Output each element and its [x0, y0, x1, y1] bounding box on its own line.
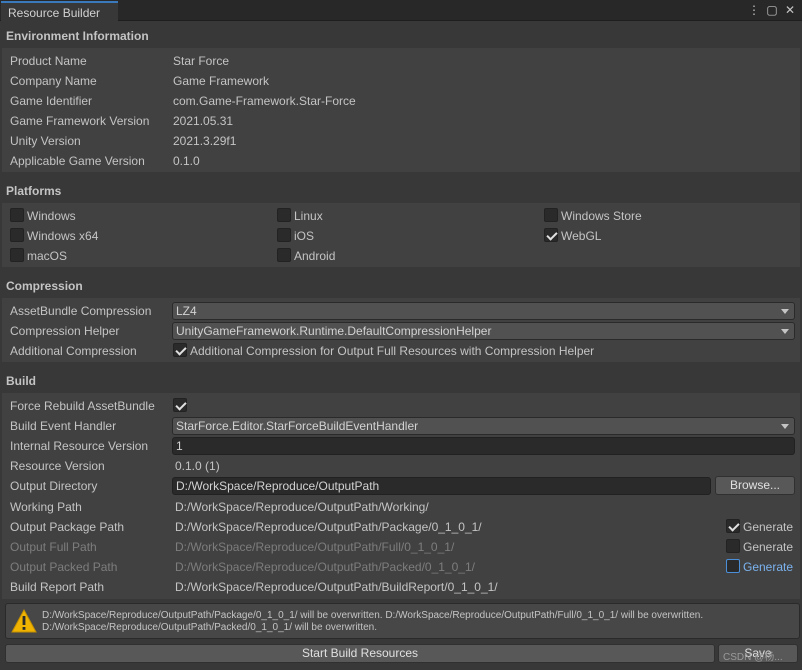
browse-button[interactable]: Browse... — [715, 476, 795, 495]
output-packed-path-value: D:/WorkSpace/Reproduce/OutputPath/Packed… — [175, 560, 475, 574]
game-version-label: Applicable Game Version — [10, 154, 145, 168]
game-version-value: 0.1.0 — [173, 154, 200, 168]
company-name-label: Company Name — [10, 74, 97, 88]
resource-version-value: 0.1.0 (1) — [175, 459, 220, 473]
windows-store-checkbox[interactable] — [544, 208, 558, 222]
output-directory-input[interactable]: D:/WorkSpace/Reproduce/OutputPath — [172, 477, 711, 495]
additional-compression-checkbox[interactable] — [173, 343, 187, 357]
window-controls: ⋮ ▢ ✕ — [748, 3, 796, 17]
windows-x64-checkbox[interactable] — [10, 228, 24, 242]
warning-icon — [11, 609, 37, 633]
macos-checkbox[interactable] — [10, 248, 24, 262]
framework-version-label: Game Framework Version — [10, 114, 150, 128]
window-tab-bar: Resource Builder ⋮ ▢ ✕ — [0, 0, 802, 22]
macos-label: macOS — [27, 249, 68, 263]
build-report-path-label: Build Report Path — [10, 580, 105, 594]
package-generate-checkbox[interactable] — [726, 519, 740, 533]
tab-title: Resource Builder — [8, 6, 101, 20]
platforms-section — [2, 203, 800, 267]
android-label: Android — [294, 249, 336, 263]
output-full-path-value: D:/WorkSpace/Reproduce/OutputPath/Full/0… — [175, 540, 455, 554]
build-event-handler-value: StarForce.Editor.StarForceBuildEventHand… — [176, 419, 419, 433]
product-name-label: Product Name — [10, 54, 87, 68]
build-event-handler-label: Build Event Handler — [10, 419, 117, 433]
build-header: Build — [6, 374, 36, 388]
webgl-label: WebGL — [561, 229, 602, 243]
environment-header: Environment Information — [6, 29, 149, 43]
watermark-text: CSDN @杨... — [723, 652, 783, 663]
internal-version-input[interactable]: 1 — [172, 437, 795, 455]
windows-x64-label: Windows x64 — [27, 229, 99, 243]
internal-version-value: 1 — [176, 439, 183, 453]
package-generate-label: Generate — [743, 520, 794, 534]
overwrite-warning-box: D:/WorkSpace/Reproduce/OutputPath/Packag… — [5, 603, 800, 639]
compression-helper-dropdown[interactable]: UnityGameFramework.Runtime.DefaultCompre… — [172, 322, 795, 340]
android-checkbox[interactable] — [277, 248, 291, 262]
working-path-value: D:/WorkSpace/Reproduce/OutputPath/Workin… — [175, 500, 429, 514]
full-generate-label: Generate — [743, 540, 794, 554]
ios-label: iOS — [294, 229, 315, 243]
output-package-path-label: Output Package Path — [10, 520, 125, 534]
output-directory-label: Output Directory — [10, 479, 98, 493]
product-name-value: Star Force — [173, 54, 230, 68]
output-package-path-value: D:/WorkSpace/Reproduce/OutputPath/Packag… — [175, 520, 482, 534]
webgl-checkbox[interactable] — [544, 228, 558, 242]
chevron-down-icon — [781, 309, 789, 314]
ios-checkbox[interactable] — [277, 228, 291, 242]
unity-version-label: Unity Version — [10, 134, 81, 148]
warning-line-2: D:/WorkSpace/Reproduce/OutputPath/Packed… — [42, 622, 377, 633]
build-report-path-value: D:/WorkSpace/Reproduce/OutputPath/BuildR… — [175, 580, 498, 594]
force-rebuild-label: Force Rebuild AssetBundle — [10, 399, 155, 413]
additional-compression-label: Additional Compression — [10, 344, 137, 358]
warning-line-1: D:/WorkSpace/Reproduce/OutputPath/Packag… — [42, 610, 704, 621]
additional-compression-text: Additional Compression for Output Full R… — [190, 344, 595, 358]
tab-resource-builder[interactable]: Resource Builder — [1, 1, 118, 22]
compression-helper-label: Compression Helper — [10, 324, 120, 338]
platforms-header: Platforms — [6, 184, 62, 198]
game-identifier-label: Game Identifier — [10, 94, 93, 108]
full-generate-checkbox[interactable] — [726, 539, 740, 553]
internal-version-label: Internal Resource Version — [10, 439, 149, 453]
force-rebuild-checkbox[interactable] — [173, 398, 187, 412]
close-icon[interactable]: ✕ — [784, 3, 796, 17]
output-packed-path-label: Output Packed Path — [10, 560, 118, 574]
packed-generate-checkbox[interactable] — [726, 559, 740, 573]
chevron-down-icon — [781, 424, 789, 429]
working-path-label: Working Path — [10, 500, 82, 514]
assetbundle-compression-dropdown[interactable]: LZ4 — [172, 302, 795, 320]
windows-checkbox[interactable] — [10, 208, 24, 222]
windows-label: Windows — [27, 209, 76, 223]
unity-version-value: 2021.3.29f1 — [173, 134, 237, 148]
framework-version-value: 2021.05.31 — [173, 114, 234, 128]
company-name-value: Game Framework — [173, 74, 270, 88]
resource-version-label: Resource Version — [10, 459, 105, 473]
output-directory-value: D:/WorkSpace/Reproduce/OutputPath — [176, 479, 380, 493]
kebab-menu-icon[interactable]: ⋮ — [748, 3, 760, 17]
start-build-button[interactable]: Start Build Resources — [5, 644, 715, 663]
linux-label: Linux — [294, 209, 323, 223]
packed-generate-label: Generate — [743, 560, 794, 574]
output-full-path-label: Output Full Path — [10, 540, 97, 554]
compression-helper-value: UnityGameFramework.Runtime.DefaultCompre… — [176, 324, 492, 338]
linux-checkbox[interactable] — [277, 208, 291, 222]
assetbundle-compression-label: AssetBundle Compression — [10, 304, 152, 318]
build-event-handler-dropdown[interactable]: StarForce.Editor.StarForceBuildEventHand… — [172, 417, 795, 435]
chevron-down-icon — [781, 329, 789, 334]
maximize-icon[interactable]: ▢ — [766, 3, 778, 17]
warning-message: D:/WorkSpace/Reproduce/OutputPath/Packag… — [42, 610, 794, 634]
assetbundle-compression-value: LZ4 — [176, 304, 197, 318]
windows-store-label: Windows Store — [561, 209, 642, 223]
game-identifier-value: com.Game-Framework.Star-Force — [173, 94, 356, 108]
compression-header: Compression — [6, 279, 83, 293]
